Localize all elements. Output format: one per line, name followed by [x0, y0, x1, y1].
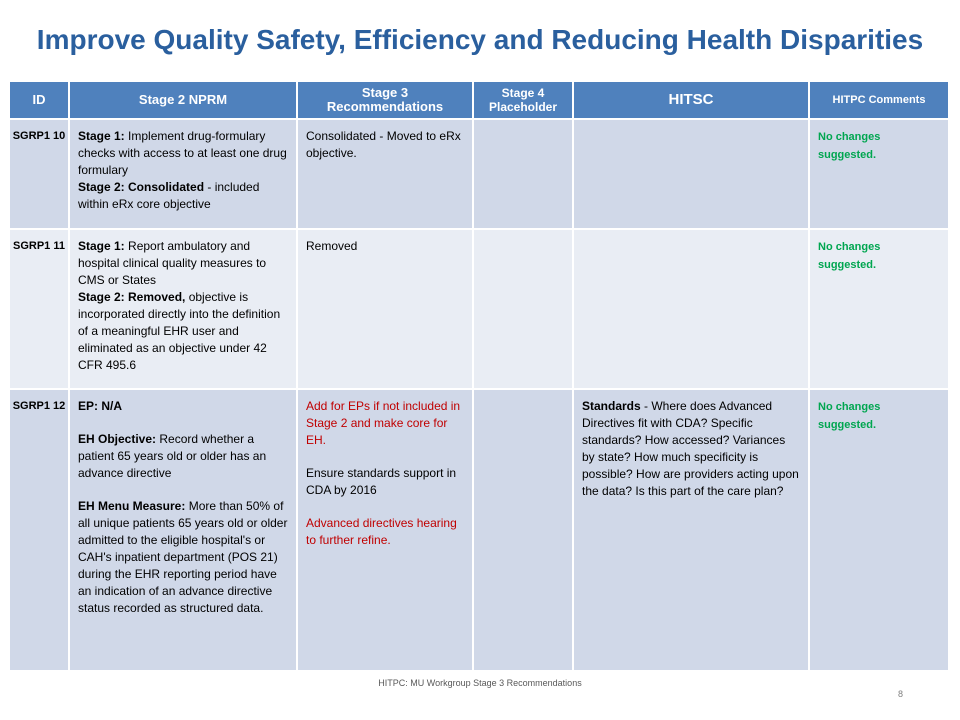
stage1-label: Stage 1: — [78, 129, 125, 143]
stage4-cell — [472, 118, 574, 230]
stage3-standards-text: Ensure standards support in CDA by 2016 — [306, 466, 457, 497]
slide-title: Improve Quality Safety, Efficiency and R… — [36, 24, 924, 55]
table-row: SGRP1 10 Stage 1: Implement drug-formula… — [8, 118, 950, 230]
hitsc-cell — [572, 118, 810, 230]
table-header-row: ID Stage 2 NPRM Stage 3 Recommendations … — [8, 80, 950, 120]
stage3-recommendation-text: Add for EPs if not included in Stage 2 a… — [306, 399, 461, 447]
header-id: ID — [8, 80, 70, 120]
hitsc-cell — [572, 228, 810, 390]
stage2-label: Stage 2: Removed, — [78, 290, 186, 304]
comment-text: No changes suggested. — [818, 401, 881, 431]
page-number: 8 — [898, 689, 904, 699]
table-row: SGRP1 11 Stage 1: Report ambulatory and … — [8, 228, 950, 390]
stage4-cell — [472, 228, 574, 390]
header-stage3-recommendations: Stage 3 Recommendations — [296, 80, 474, 120]
stage3-hearing-text: Advanced directives hearing to further r… — [306, 516, 457, 547]
eh-menu-measure-text: More than 50% of all unique patients 65 … — [78, 499, 288, 615]
recommendations-table: ID Stage 2 NPRM Stage 3 Recommendations … — [8, 80, 950, 672]
row-id: SGRP1 10 — [8, 118, 70, 230]
hitsc-standards-label: Standards — [582, 399, 641, 413]
stage2-label: Stage 2: Consolidated — [78, 180, 205, 194]
header-hitsc: HITSC — [572, 80, 810, 120]
comment-text: No changes suggested. — [818, 241, 881, 271]
eh-menu-measure-label: EH Menu Measure: — [78, 499, 186, 513]
slide-footer: HITPC: MU Workgroup Stage 3 Recommendati… — [378, 678, 582, 688]
stage1-label: Stage 1: — [78, 239, 125, 253]
ep-label: EP: N/A — [78, 399, 123, 413]
hitsc-standards-text: - Where does Advanced Directives fit wit… — [582, 399, 799, 498]
header-stage4-placeholder: Stage 4 Placeholder — [472, 80, 574, 120]
comments-cell: No changes suggested. — [808, 228, 950, 390]
row-id: SGRP1 11 — [8, 228, 70, 390]
stage3-cell: Add for EPs if not included in Stage 2 a… — [296, 388, 474, 672]
stage2-cell: Stage 1: Report ambulatory and hospital … — [68, 228, 298, 390]
stage2-cell: Stage 1: Implement drug-formulary checks… — [68, 118, 298, 230]
stage3-cell: Consolidated - Moved to eRx objective. — [296, 118, 474, 230]
comment-text: No changes suggested. — [818, 131, 881, 161]
row-id: SGRP1 12 — [8, 388, 70, 672]
header-hitpc-comments: HITPC Comments — [808, 80, 950, 120]
stage3-cell: Removed — [296, 228, 474, 390]
eh-objective-label: EH Objective: — [78, 432, 157, 446]
stage4-cell — [472, 388, 574, 672]
comments-cell: No changes suggested. — [808, 118, 950, 230]
hitsc-cell: Standards - Where does Advanced Directiv… — [572, 388, 810, 672]
header-stage2-nprm: Stage 2 NPRM — [68, 80, 298, 120]
stage2-cell: EP: N/A EH Objective: Record whether a p… — [68, 388, 298, 672]
comments-cell: No changes suggested. — [808, 388, 950, 672]
table-row: SGRP1 12 EP: N/A EH Objective: Record wh… — [8, 388, 950, 672]
